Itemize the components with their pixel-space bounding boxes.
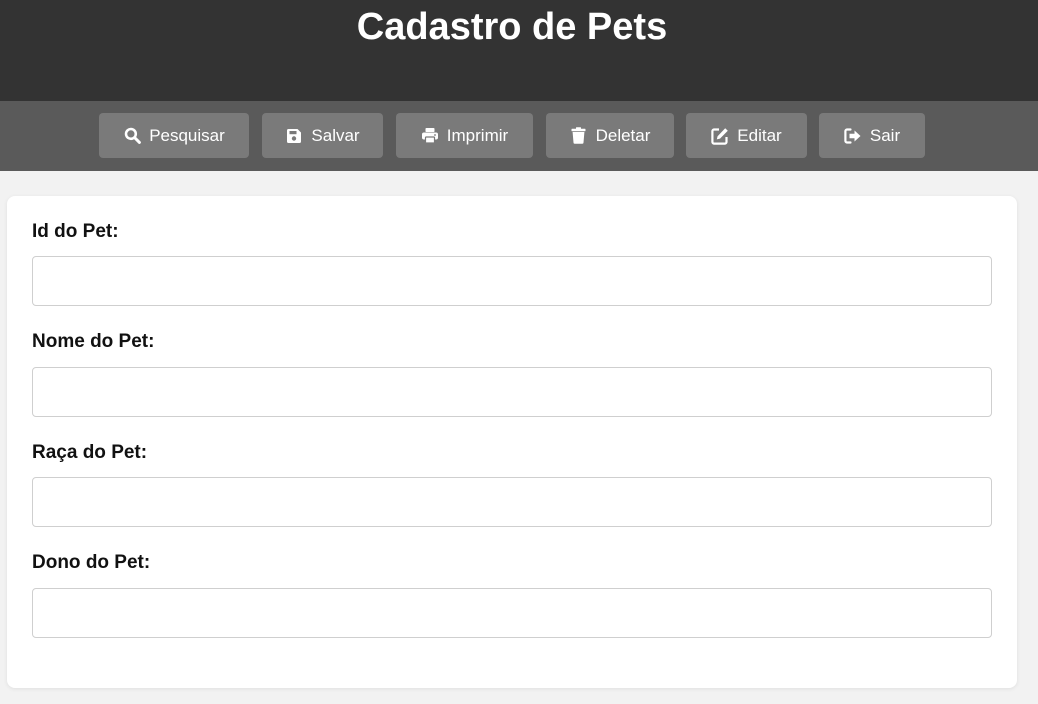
pet-owner-input[interactable]	[32, 588, 992, 638]
print-button-label: Imprimir	[446, 125, 509, 145]
pet-owner-label: Dono do Pet:	[32, 552, 151, 573]
print-button[interactable]: Imprimir	[396, 113, 533, 158]
pet-breed-input[interactable]	[32, 477, 992, 527]
search-icon	[123, 127, 141, 145]
pet-id-input[interactable]	[32, 256, 992, 306]
edit-button-label: Editar	[737, 125, 782, 145]
trash-icon	[570, 127, 588, 145]
save-icon	[285, 127, 303, 145]
pet-id-label: Id do Pet:	[32, 221, 119, 242]
pet-name-label: Nome do Pet:	[32, 331, 155, 352]
sign-out-icon	[844, 127, 862, 145]
toolbar: Pesquisar Salvar Imprimir Deletar Editar…	[0, 101, 1038, 171]
delete-button[interactable]: Deletar	[546, 113, 674, 158]
save-button[interactable]: Salvar	[262, 113, 383, 158]
print-icon	[421, 127, 439, 145]
edit-button[interactable]: Editar	[686, 113, 807, 158]
exit-button-label: Sair	[869, 125, 901, 145]
page-title: Cadastro de Pets	[356, 6, 668, 48]
pet-form-card: Id do Pet: Nome do Pet: Raça do Pet: Don…	[7, 196, 1017, 688]
exit-button[interactable]: Sair	[819, 113, 925, 158]
search-button-label: Pesquisar	[149, 125, 225, 145]
search-button[interactable]: Pesquisar	[99, 113, 249, 158]
save-button-label: Salvar	[311, 125, 360, 145]
edit-icon	[711, 127, 729, 145]
pet-breed-label: Raça do Pet:	[32, 442, 148, 463]
pet-name-input[interactable]	[32, 367, 992, 417]
delete-button-label: Deletar	[595, 125, 651, 145]
page-header: Cadastro de Pets	[0, 0, 1038, 101]
